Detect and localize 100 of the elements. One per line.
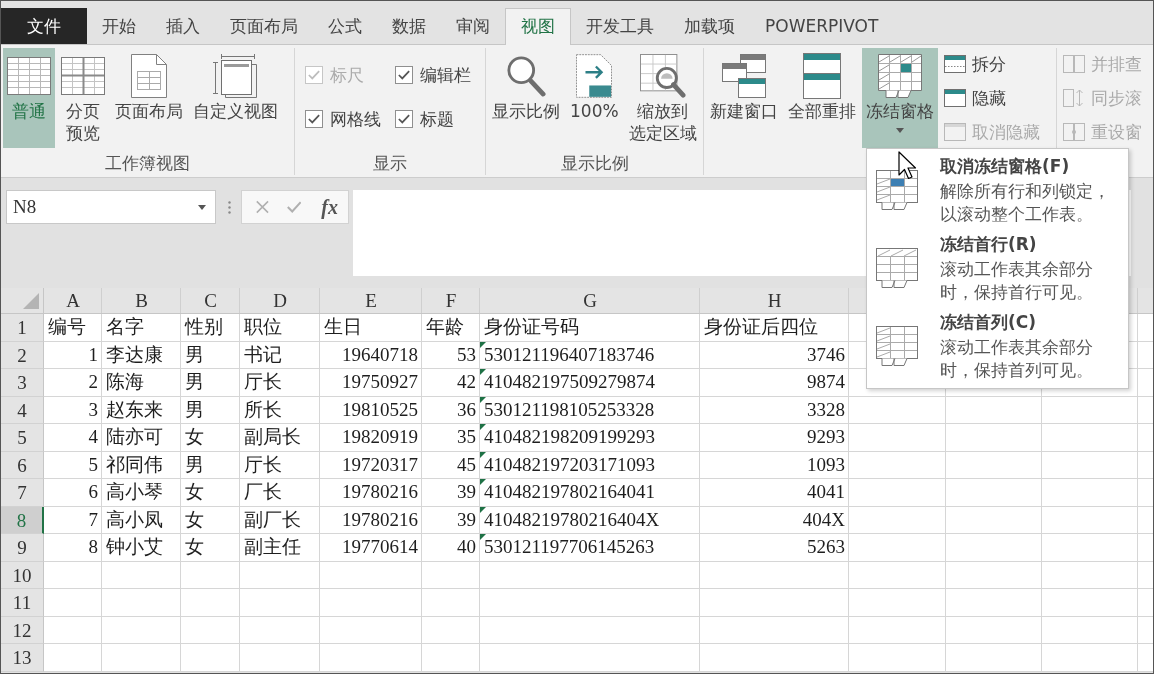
ribbon-button[interactable]: 分页预览: [57, 48, 109, 148]
ribbon-tab[interactable]: 视图: [505, 8, 571, 45]
cell-value: 7: [88, 508, 98, 531]
ribbon-tab[interactable]: 页面布局: [215, 8, 313, 44]
cell-value: 19750927: [342, 371, 418, 394]
cell-value: 职位: [244, 315, 282, 340]
cell-value: 高小凤: [106, 507, 163, 532]
checkbox[interactable]: [305, 110, 323, 128]
error-flag-icon[interactable]: [480, 369, 486, 375]
menu-item[interactable]: 取消冻结窗格(F) 解除所有行和列锁定，以滚动整个工作表。: [867, 155, 1128, 233]
error-flag-icon[interactable]: [480, 424, 486, 430]
cell-value: 编号: [48, 315, 86, 340]
cell-value: 所长: [244, 397, 282, 422]
ribbon-button[interactable]: 100%: [566, 48, 623, 148]
cell-value: 厅长: [244, 452, 282, 477]
ribbon-button[interactable]: 显示比例: [488, 48, 564, 148]
cell-value: 4: [88, 426, 98, 449]
checkbox-label[interactable]: 编辑栏: [420, 63, 471, 87]
file-tab[interactable]: 文件: [1, 8, 87, 44]
cell-value: 李达康: [106, 342, 163, 367]
sync-scroll-icon: [1063, 89, 1085, 107]
cell-value: 5263: [807, 536, 845, 559]
cell-value: 女: [185, 507, 204, 532]
ribbon-button[interactable]: 缩放到选定区域: [624, 48, 701, 148]
error-flag-icon[interactable]: [480, 506, 486, 513]
insert-function-button[interactable]: fx: [319, 195, 340, 219]
cell-value: 9874: [807, 371, 845, 394]
column-header[interactable]: G: [480, 288, 700, 313]
ribbon-tab[interactable]: 数据: [377, 8, 441, 44]
column-header[interactable]: F: [422, 288, 480, 313]
grip-icon[interactable]: [228, 201, 231, 214]
cell-value: 身份证号码: [484, 315, 579, 340]
row-header[interactable]: 11: [1, 589, 44, 617]
cell-value: 男: [185, 342, 204, 367]
row-header[interactable]: 2: [1, 341, 44, 369]
row-header[interactable]: 10: [1, 561, 44, 589]
cell-value: 高小琴: [106, 480, 163, 505]
row-header[interactable]: 13: [1, 644, 44, 672]
ribbon-tab[interactable]: 审阅: [441, 8, 505, 44]
row-header[interactable]: 8: [1, 506, 44, 534]
cell-value: 5: [88, 453, 98, 476]
cell-value: 3746: [807, 343, 845, 366]
ribbon-tab[interactable]: 插入: [151, 8, 215, 44]
ribbon-button[interactable]: 隐藏: [942, 87, 1042, 109]
error-flag-icon[interactable]: [480, 341, 486, 348]
error-flag-icon[interactable]: [480, 479, 486, 485]
cell-value: 530121197706145263: [484, 536, 655, 559]
checkbox-label[interactable]: 标题: [420, 107, 454, 131]
row-header[interactable]: 12: [1, 616, 44, 644]
mouse-pointer-icon: [898, 151, 917, 180]
side-by-side-icon: [1063, 55, 1085, 73]
column-header[interactable]: C: [181, 288, 240, 313]
menu-item[interactable]: 冻结首列(C) 滚动工作表其余部分时，保持首列可见。: [867, 311, 1128, 389]
row-header[interactable]: 6: [1, 451, 44, 479]
column-header[interactable]: A: [44, 288, 102, 313]
menu-item[interactable]: 冻结首行(R) 滚动工作表其余部分时，保持首行可见。: [867, 233, 1128, 311]
column-header[interactable]: D: [240, 288, 320, 313]
caret-icon[interactable]: [198, 204, 206, 210]
magnifier-icon: [506, 55, 546, 97]
ribbon-button[interactable]: 页面布局: [111, 48, 187, 148]
ribbon-button[interactable]: 新建窗口: [706, 48, 782, 148]
cell-value: 女: [185, 535, 204, 560]
cell-value: 8: [88, 536, 98, 559]
cell-value: 39: [457, 508, 476, 531]
cell-value: 性别: [185, 315, 223, 340]
ribbon-tab[interactable]: 公式: [313, 8, 377, 44]
ribbon-tab[interactable]: POWERPIVOT: [750, 8, 894, 44]
error-flag-icon[interactable]: [480, 534, 486, 540]
row-header[interactable]: 5: [1, 424, 44, 452]
column-header[interactable]: E: [320, 288, 422, 313]
column-header[interactable]: B: [102, 288, 181, 313]
error-flag-icon[interactable]: [480, 396, 486, 403]
row-header[interactable]: 7: [1, 479, 44, 507]
ribbon-tab[interactable]: 开始: [87, 8, 151, 44]
checkbox[interactable]: [395, 66, 413, 84]
cell-value: 39: [457, 481, 476, 504]
row-header[interactable]: 4: [1, 396, 44, 424]
cell-value: 19720317: [342, 453, 418, 476]
ribbon-tab[interactable]: 开发工具: [571, 8, 669, 44]
error-flag-icon[interactable]: [480, 451, 486, 458]
name-box[interactable]: N8: [6, 190, 216, 224]
cell-value: 19780216: [342, 508, 418, 531]
ribbon-button[interactable]: 自定义视图: [189, 48, 282, 148]
cell-value: 410482198209199293: [484, 426, 655, 449]
ribbon-button[interactable]: 拆分: [942, 53, 1042, 75]
checkbox-label[interactable]: 网格线: [330, 107, 381, 131]
row-header[interactable]: 9: [1, 534, 44, 562]
cell-value: 410482197509279874: [484, 371, 655, 394]
ribbon-button[interactable]: 冻结窗格: [862, 48, 938, 148]
cell-value: 男: [185, 397, 204, 422]
row-header[interactable]: 3: [1, 369, 44, 397]
window-outline-icon: [944, 123, 966, 141]
ribbon-button[interactable]: 全部重排: [784, 48, 860, 148]
row-header[interactable]: 1: [1, 314, 44, 342]
check-icon[interactable]: [286, 200, 302, 214]
checkbox[interactable]: [395, 110, 413, 128]
column-header[interactable]: H: [700, 288, 849, 313]
group-label: 显示: [372, 152, 408, 175]
ribbon-tab[interactable]: 加载项: [669, 8, 750, 44]
cell-value: 副主任: [244, 535, 301, 560]
